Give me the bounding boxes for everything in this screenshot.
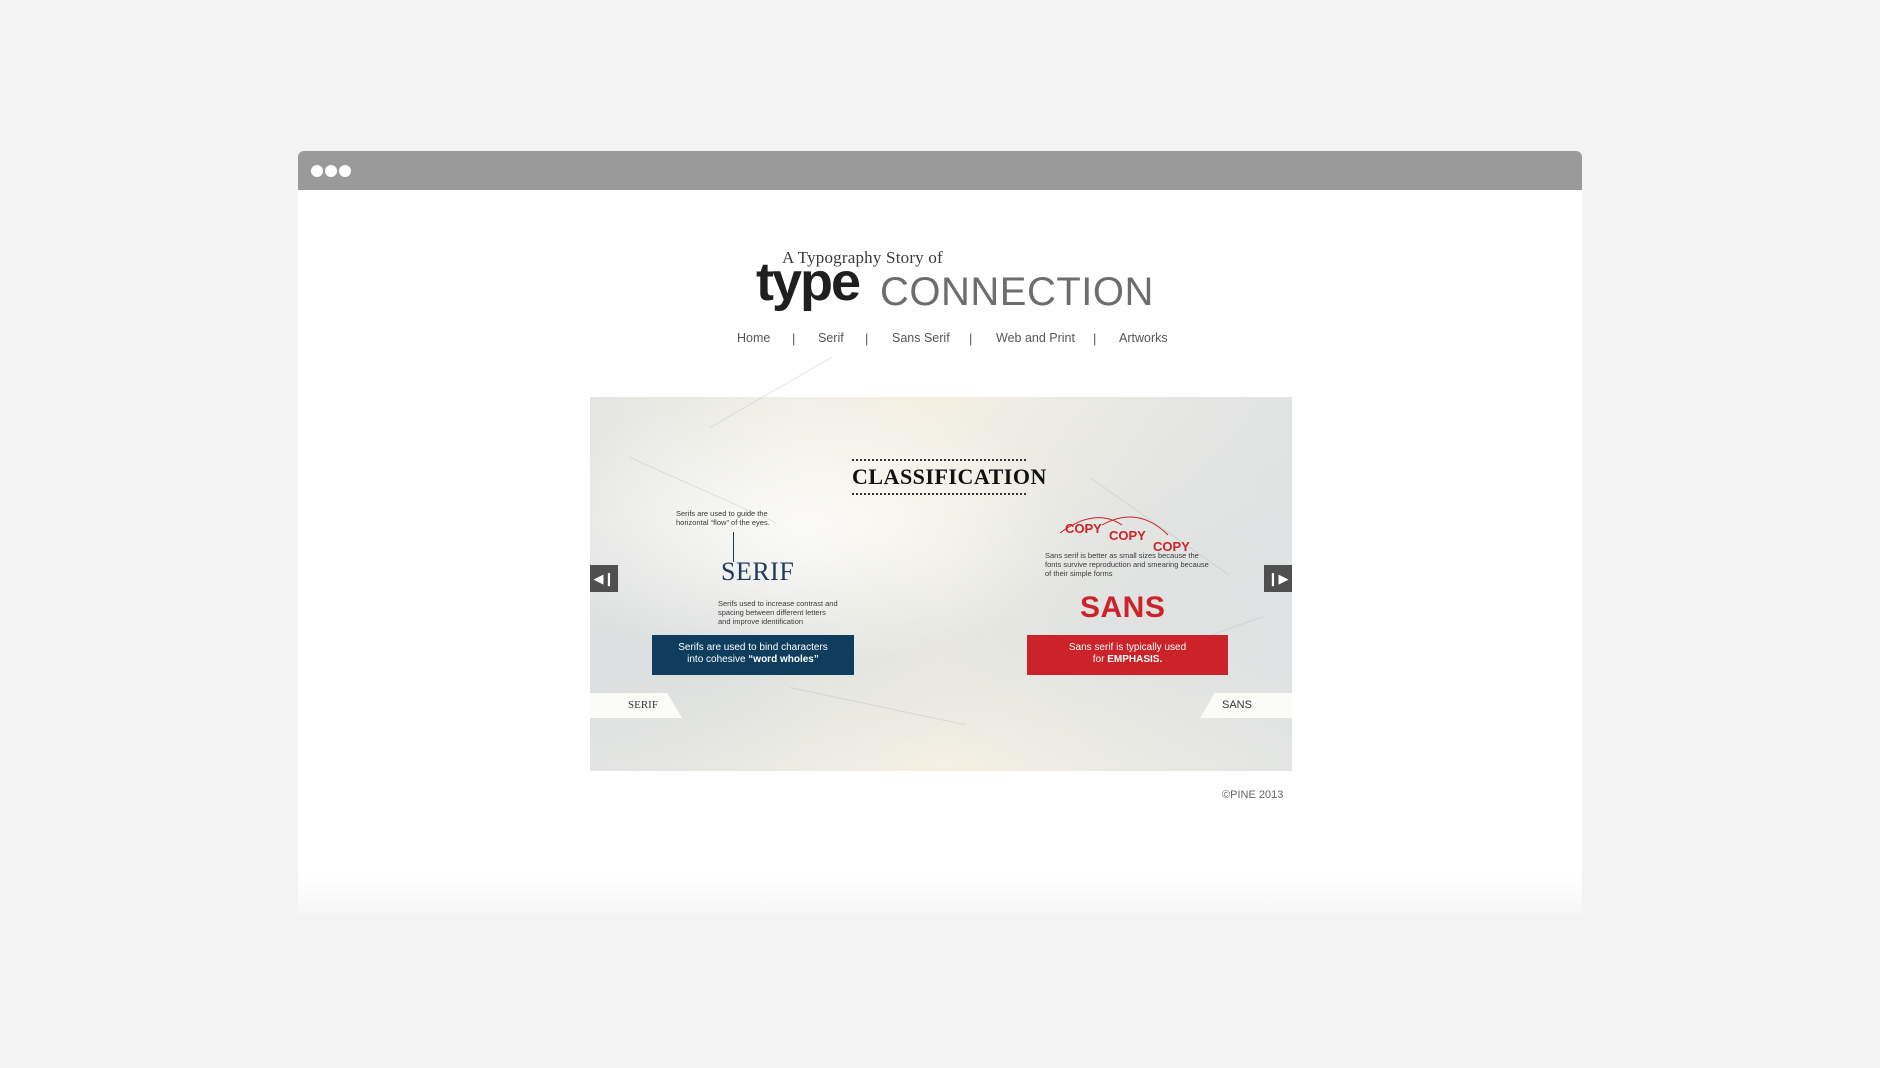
window-dot-icon[interactable] [339,165,351,177]
copy-word: COPY [1065,521,1102,536]
serif-box-line2-bold: “word wholes” [748,654,819,665]
slider-next-button[interactable]: ❙▶ [1264,565,1292,592]
serif-tab[interactable]: SERIF [590,693,682,718]
classification-slider: CLASSIFICATION Serifs are used to guide … [590,357,1292,771]
sans-box-line2-bold: EMPHASIS. [1107,654,1163,665]
paper-crease [789,687,967,726]
paper-crease [710,357,832,428]
window-dot-icon[interactable] [311,165,323,177]
browser-titlebar [298,151,1582,190]
sans-box-line2-prefix: for [1092,654,1108,665]
nav-item-web-and-print[interactable]: Web and Print [996,331,1075,345]
serif-box-line2: into cohesive “word wholes” [652,654,854,666]
nav-separator: | [1093,331,1097,346]
browser-window: A Typography Story of type CONNECTION Ho… [298,151,1582,915]
slider-prev-button[interactable]: ◀❙ [590,565,618,592]
site-logo[interactable]: A Typography Story of type CONNECTION [756,248,1156,314]
nav-separator: | [969,331,973,346]
sans-tab[interactable]: SANS [1200,693,1292,718]
serif-box-line2-prefix: into cohesive [687,654,749,665]
serif-note-top: Serifs are used to guide the horizontal … [676,509,770,527]
copy-word: COPY [1109,528,1146,543]
prev-arrow-icon: ◀❙ [593,571,615,586]
window-bottom-fade [298,875,1582,915]
nav-item-artworks[interactable]: Artworks [1119,331,1168,345]
slide-title: CLASSIFICATION [852,459,1046,495]
main-nav: Home | Serif | Sans Serif | Web and Prin… [298,329,1582,353]
sans-note: Sans serif is better as small sizes beca… [1045,551,1209,578]
serif-info-box: Serifs are used to bind characters into … [652,635,854,675]
nav-item-serif[interactable]: Serif [818,331,844,345]
copyright-text: ©PINE 2013 [1222,789,1284,801]
sans-info-box: Sans serif is typically used for EMPHASI… [1027,635,1228,675]
sans-box-line2: for EMPHASIS. [1027,654,1228,666]
nav-item-sans-serif[interactable]: Sans Serif [892,331,950,345]
serif-note-bottom: Serifs used to increase contrast and spa… [718,599,838,626]
logo-type-word: type [756,252,861,312]
serif-box-line1: Serifs are used to bind characters [678,642,828,653]
sans-word: SANS [1080,591,1166,624]
serif-word: SERIF [721,557,795,586]
nav-separator: | [865,331,869,346]
logo-connection-word: CONNECTION [880,270,1154,314]
sans-box-line1: Sans serif is typically used [1068,642,1187,653]
nav-separator: | [792,331,796,346]
window-dot-icon[interactable] [325,165,337,177]
next-arrow-icon: ❙▶ [1267,571,1289,586]
nav-item-home[interactable]: Home [737,331,770,345]
